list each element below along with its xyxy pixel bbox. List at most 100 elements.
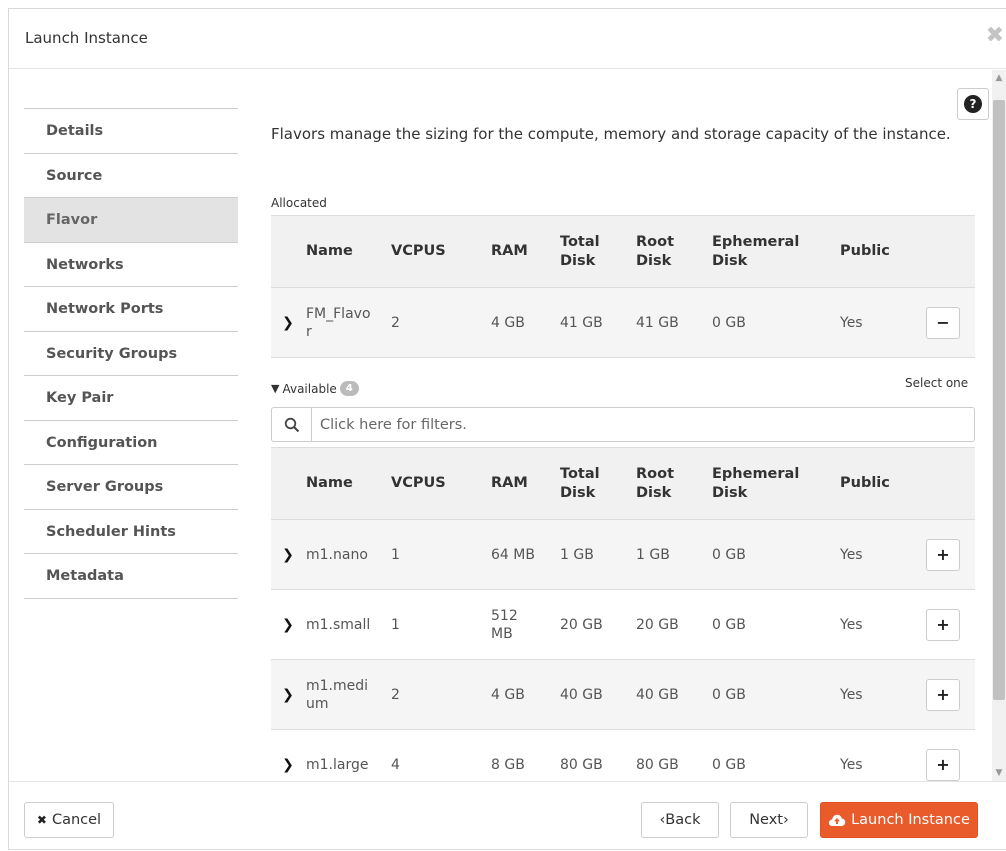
cell-name-text: m1.medium (306, 677, 369, 712)
launch-instance-button[interactable]: Launch Instance (820, 802, 978, 838)
wizard-item-server-groups[interactable]: Server Groups (24, 465, 238, 510)
scroll-thumb[interactable] (993, 100, 1005, 700)
cell-ephemeral-disk: 0 GB (706, 659, 834, 730)
wizard-item-security-groups[interactable]: Security Groups (24, 332, 238, 376)
allocate-button[interactable]: + (926, 608, 960, 641)
cancel-button[interactable]: ✖ Cancel (24, 802, 114, 838)
cell-vcpus-text: 1 (391, 616, 400, 633)
next-button[interactable]: Next› (730, 802, 808, 838)
cell-name-text: m1.large (306, 756, 369, 773)
scroll-up-icon[interactable]: ▲ (992, 70, 1006, 86)
wizard-item-key-pair[interactable]: Key Pair (24, 376, 238, 421)
cell-total-disk-text: 80 GB (560, 756, 603, 773)
flavor-description: Flavors manage the sizing for the comput… (271, 125, 951, 143)
cell-total-disk-text: 1 GB (560, 546, 594, 563)
dialog-footer: ✖ Cancel ‹Back Next› Launch Instance (9, 781, 1006, 851)
cell-total-disk: 41 GB (554, 287, 630, 358)
search-icon (272, 408, 312, 441)
cell-vcpus: 1 (385, 519, 485, 590)
chevron-right-icon[interactable]: ❯ (282, 686, 294, 704)
header-vcpus: VCPUS (385, 447, 485, 520)
allocate-button[interactable]: + (926, 538, 960, 571)
cell-action: + (925, 659, 975, 730)
cell-ephemeral-disk-text: 0 GB (712, 756, 746, 773)
header-public: Public (834, 447, 925, 520)
chevron-right-icon[interactable]: ❯ (282, 756, 294, 774)
help-button[interactable]: ? (957, 88, 989, 120)
cell-ephemeral-disk: 0 GB (706, 729, 834, 781)
cell-action: + (925, 729, 975, 781)
cell-ephemeral-disk-text: 0 GB (712, 546, 746, 563)
scrollbar[interactable]: ▲ ▼ (992, 70, 1006, 781)
select-one-hint: Select one (905, 376, 969, 390)
table-row[interactable]: ❯ m1.nano 1 64 MB 1 GB 1 GB 0 GB Yes + (271, 519, 975, 590)
cell-total-disk-text: 41 GB (560, 314, 603, 331)
cell-name-text: FM_Flavor (306, 305, 371, 340)
allocated-table: Name VCPUS RAM Total Disk Root Disk Ephe… (271, 215, 975, 358)
table-row[interactable]: ❯ m1.large 4 8 GB 80 GB 80 GB 0 GB Yes + (271, 729, 975, 781)
wizard-item-network-ports[interactable]: Network Ports (24, 287, 238, 332)
cell-root-disk: 1 GB (630, 519, 706, 590)
launch-instance-dialog: Launch Instance ✖ Details Source Flavor Net… (8, 8, 1006, 850)
header-total-disk: Total Disk (554, 447, 630, 520)
cell-vcpus-text: 2 (391, 686, 400, 703)
expand-row: ❯ (271, 519, 305, 590)
cell-vcpus: 4 (385, 729, 485, 781)
wizard-item-configuration[interactable]: Configuration (24, 421, 238, 465)
table-row[interactable]: ❯ m1.small 1 512 MB 20 GB 20 GB 0 GB Yes + (271, 589, 975, 660)
chevron-down-icon: ▼ (271, 382, 280, 395)
cell-root-disk: 20 GB (630, 589, 706, 660)
allocate-button[interactable]: + (926, 748, 960, 781)
wizard-item-networks[interactable]: Networks (24, 243, 238, 287)
wizard-item-metadata[interactable]: Metadata (24, 554, 238, 599)
scroll-down-icon[interactable]: ▼ (992, 765, 1006, 781)
close-icon[interactable]: ✖ (986, 25, 1004, 47)
filter-box (271, 407, 975, 442)
cell-ram: 512 MB (485, 589, 554, 660)
allocate-button[interactable]: + (926, 678, 960, 711)
cell-root-disk: 80 GB (630, 729, 706, 781)
cell-name-text: m1.nano (306, 546, 368, 563)
available-count-badge: 4 (339, 381, 359, 396)
cell-action: + (925, 589, 975, 660)
cell-vcpus: 1 (385, 589, 485, 660)
header-name: Name (305, 447, 385, 520)
cell-name: m1.small (305, 589, 385, 660)
chevron-right-icon[interactable]: ❯ (282, 546, 294, 564)
cell-vcpus: 2 (385, 287, 485, 358)
cell-public: Yes (834, 659, 925, 730)
allocated-rows: ❯ FM_Flavor 2 4 GB 41 GB 41 GB 0 GB Yes − (271, 287, 975, 358)
wizard-item-details[interactable]: Details (24, 109, 238, 154)
wizard-item-scheduler-hints[interactable]: Scheduler Hints (24, 510, 238, 554)
chevron-right-icon[interactable]: ❯ (282, 314, 294, 332)
filter-input[interactable] (312, 408, 962, 441)
header-ephemeral-disk: Ephemeral Disk (706, 215, 834, 288)
available-toggle[interactable]: ▼ Available 4 (271, 381, 359, 396)
deallocate-button[interactable]: − (926, 306, 960, 339)
cell-ephemeral-disk-text: 0 GB (712, 686, 746, 703)
cell-name: m1.large (305, 729, 385, 781)
back-button[interactable]: ‹Back (641, 802, 719, 838)
cell-ephemeral-disk: 0 GB (706, 589, 834, 660)
header-expand (271, 447, 305, 520)
cell-ephemeral-disk-text: 0 GB (712, 616, 746, 633)
cancel-label: Cancel (51, 812, 102, 828)
close-icon: ✖ (36, 813, 47, 827)
cell-ram-text: 4 GB (491, 686, 525, 703)
table-row[interactable]: ❯ m1.medium 2 4 GB 40 GB 40 GB 0 GB Yes + (271, 659, 975, 730)
wizard-item-source[interactable]: Source (24, 154, 238, 198)
wizard-item-flavor[interactable]: Flavor (24, 198, 238, 243)
help-icon: ? (964, 95, 982, 113)
cell-public-text: Yes (840, 546, 863, 563)
available-label: Available (282, 381, 337, 396)
dialog-title: Launch Instance (25, 29, 148, 47)
cell-public-text: Yes (840, 686, 863, 703)
table-row[interactable]: ❯ FM_Flavor 2 4 GB 41 GB 41 GB 0 GB Yes − (271, 287, 975, 358)
cell-total-disk: 40 GB (554, 659, 630, 730)
cell-ephemeral-disk: 0 GB (706, 519, 834, 590)
cloud-upload-icon (828, 813, 846, 827)
expand-row: ❯ (271, 287, 305, 358)
cell-vcpus-text: 2 (391, 314, 400, 331)
chevron-right-icon[interactable]: ❯ (282, 616, 294, 634)
cell-ram-text: 64 MB (491, 546, 535, 563)
